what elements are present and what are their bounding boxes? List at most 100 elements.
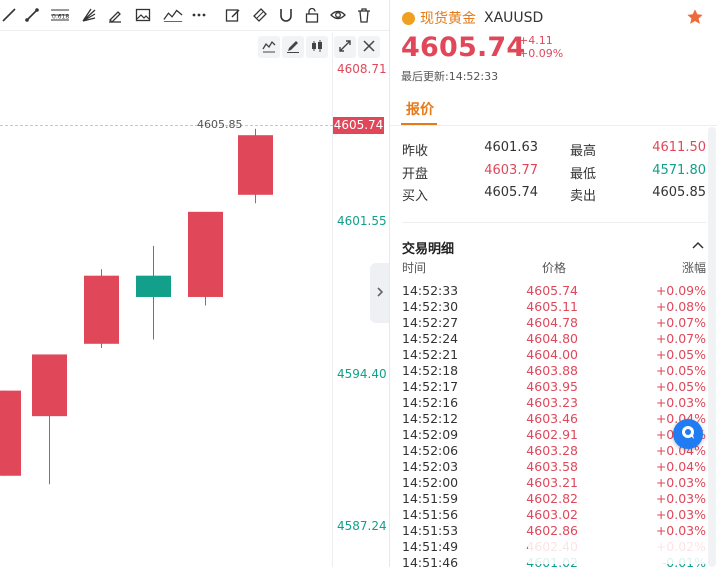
trade-time: 14:52:24 (402, 331, 459, 346)
trade-time: 14:52:18 (402, 363, 459, 378)
high-label: 最高 (570, 144, 597, 159)
trend-line-icon[interactable] (23, 6, 41, 24)
trade-change: +0.07% (655, 315, 706, 330)
candlestick-plot[interactable] (0, 0, 333, 567)
trash-icon[interactable] (355, 6, 373, 24)
tab-quote[interactable]: 报价 (406, 99, 434, 119)
toolbar-divider (0, 30, 389, 31)
trade-price: 4603.58 (526, 459, 578, 474)
trade-row: 14:51:59 4602.82 +0.03% (390, 491, 717, 507)
low-value: 4571.80 (652, 163, 706, 178)
price-change: +4.11 (519, 34, 553, 47)
eraser-icon[interactable] (251, 6, 269, 24)
trade-price: 4604.78 (526, 315, 578, 330)
trade-time: 14:52:33 (402, 283, 459, 298)
header-change: 涨幅 (682, 261, 707, 275)
close-icon (362, 38, 376, 57)
symbol-name: 现货黄金 (420, 11, 476, 27)
trade-time: 14:52:30 (402, 299, 459, 314)
trade-time: 14:51:59 (402, 491, 459, 506)
more-icon[interactable] (190, 6, 208, 24)
quote-divider (402, 222, 706, 223)
trade-change: +0.07% (655, 331, 706, 346)
svg-text:0.618: 0.618 (52, 14, 69, 21)
indicator-button[interactable] (258, 36, 280, 58)
low-label: 最低 (570, 167, 597, 182)
candle-icon (310, 38, 324, 57)
open-value: 4603.77 (484, 163, 538, 178)
pencil-icon (286, 38, 300, 57)
trade-row: 14:52:18 4603.88 +0.05% (390, 363, 717, 379)
chevron-right-icon (375, 284, 385, 303)
price-axis-divider (332, 33, 333, 567)
lock-icon[interactable] (303, 6, 321, 24)
chat-button[interactable] (673, 419, 703, 449)
trade-change: +0.05% (655, 347, 706, 362)
expand-panel-button[interactable] (370, 263, 389, 323)
ask-value: 4605.85 (652, 185, 706, 200)
header-price: 价格 (542, 261, 567, 275)
gold-icon (402, 11, 415, 25)
bid-label: 买入 (402, 189, 429, 204)
wave-icon[interactable] (162, 6, 184, 24)
favorite-star-icon[interactable] (686, 8, 704, 26)
trade-row: 14:51:56 4603.02 +0.03% (390, 507, 717, 523)
watermark-overlay (528, 536, 708, 564)
fib-icon[interactable]: 0.618 (50, 6, 70, 24)
trade-price: 4605.11 (526, 299, 578, 314)
candle-body[interactable] (84, 275, 119, 344)
collapse-caret-icon[interactable] (691, 238, 705, 252)
fullscreen-button[interactable] (334, 36, 356, 58)
chart-area[interactable]: 0.618 4605.85 4608.71 4601.55 4594.40 45… (0, 0, 389, 567)
ray-icon[interactable] (0, 6, 18, 24)
symbol-header: 现货黄金 XAUUSD (402, 8, 543, 28)
trade-row: 14:52:17 4603.95 +0.05% (390, 379, 717, 395)
trade-change: +0.09% (655, 283, 706, 298)
eye-icon[interactable] (329, 6, 347, 24)
close-chart-button[interactable] (358, 36, 380, 58)
trade-time: 14:52:00 (402, 475, 459, 490)
trade-change: +0.05% (655, 379, 706, 394)
trade-row: 14:52:24 4604.80 +0.07% (390, 331, 717, 347)
trade-price: 4605.74 (526, 283, 578, 298)
image-icon[interactable] (134, 6, 152, 24)
fan-icon[interactable] (80, 6, 98, 24)
last-price: 4605.74 (401, 32, 526, 63)
trade-change: +0.08% (655, 299, 706, 314)
scrollbar[interactable] (708, 127, 716, 567)
trade-price: 4604.00 (526, 347, 578, 362)
trade-list[interactable]: 14:52:33 4605.74 +0.09% 14:52:30 4605.11 +0.0… (390, 283, 717, 571)
price-axis-label: 4587.24 (337, 519, 387, 533)
trade-change: +0.03% (655, 475, 706, 490)
candle-type-button[interactable] (306, 36, 328, 58)
price-axis-label: 4601.55 (337, 214, 387, 229)
trade-row: 14:52:03 4603.58 +0.04% (390, 459, 717, 475)
draw-button[interactable] (282, 36, 304, 58)
brush-icon[interactable] (106, 6, 124, 24)
edit-icon[interactable] (224, 6, 242, 24)
trade-time: 14:51:53 (402, 523, 459, 538)
trade-time: 14:52:27 (402, 315, 459, 330)
trade-price: 4603.88 (526, 363, 578, 378)
trade-row: 14:52:33 4605.74 +0.09% (390, 283, 717, 299)
header-time: 时间 (402, 261, 427, 275)
candle-body[interactable] (238, 135, 273, 195)
price-axis-label: 4594.40 (337, 366, 387, 381)
candle-body[interactable] (188, 211, 223, 297)
trade-time: 14:52:12 (402, 411, 459, 426)
trade-time: 14:51:46 (402, 555, 459, 570)
candle-body[interactable] (0, 390, 21, 476)
trade-row: 14:52:27 4604.78 +0.07% (390, 315, 717, 331)
magnet-icon[interactable] (277, 6, 295, 24)
open-label: 开盘 (402, 167, 429, 182)
candle-body[interactable] (136, 275, 171, 297)
trade-price: 4603.02 (526, 507, 578, 522)
trade-price: 4603.46 (526, 411, 578, 426)
candle-body[interactable] (32, 354, 67, 417)
trade-change: +0.05% (655, 363, 706, 378)
trade-price: 4603.28 (526, 443, 578, 458)
trade-price: 4602.82 (526, 491, 578, 506)
trade-price: 4604.80 (526, 331, 578, 346)
trade-time: 14:52:21 (402, 347, 459, 362)
prev-close-value: 4601.63 (484, 140, 538, 155)
